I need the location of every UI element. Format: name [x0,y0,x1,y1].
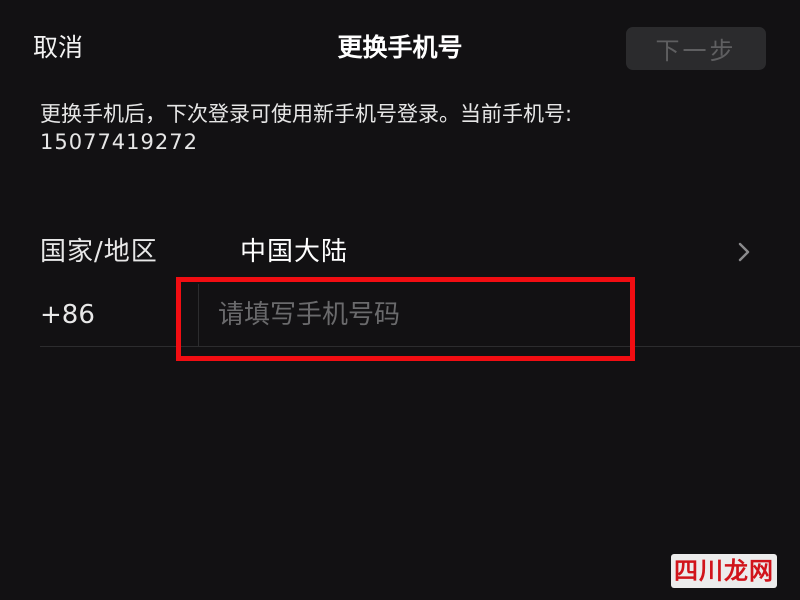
region-label: 国家/地区 [40,237,158,267]
nav-header: 取消 更换手机号 下一步 [0,0,800,96]
phone-number-input[interactable] [218,294,658,336]
chevron-right-icon [738,242,750,262]
next-step-button[interactable]: 下一步 [626,27,766,70]
description-text: 更换手机后，下次登录可使用新手机号登录。当前手机号: [40,102,573,126]
field-divider [198,284,199,346]
current-phone-number: 15077419272 [40,130,198,154]
region-value: 中国大陆 [240,237,349,267]
watermark-logo: 四川龙网 [671,554,777,588]
change-phone-description: 更换手机后，下次登录可使用新手机号登录。当前手机号: 15077419272 [40,100,760,156]
country-code-label: +86 [40,300,95,330]
region-selector-row[interactable]: 国家/地区 中国大陆 [40,226,760,278]
phone-input-row: +86 [40,284,800,347]
